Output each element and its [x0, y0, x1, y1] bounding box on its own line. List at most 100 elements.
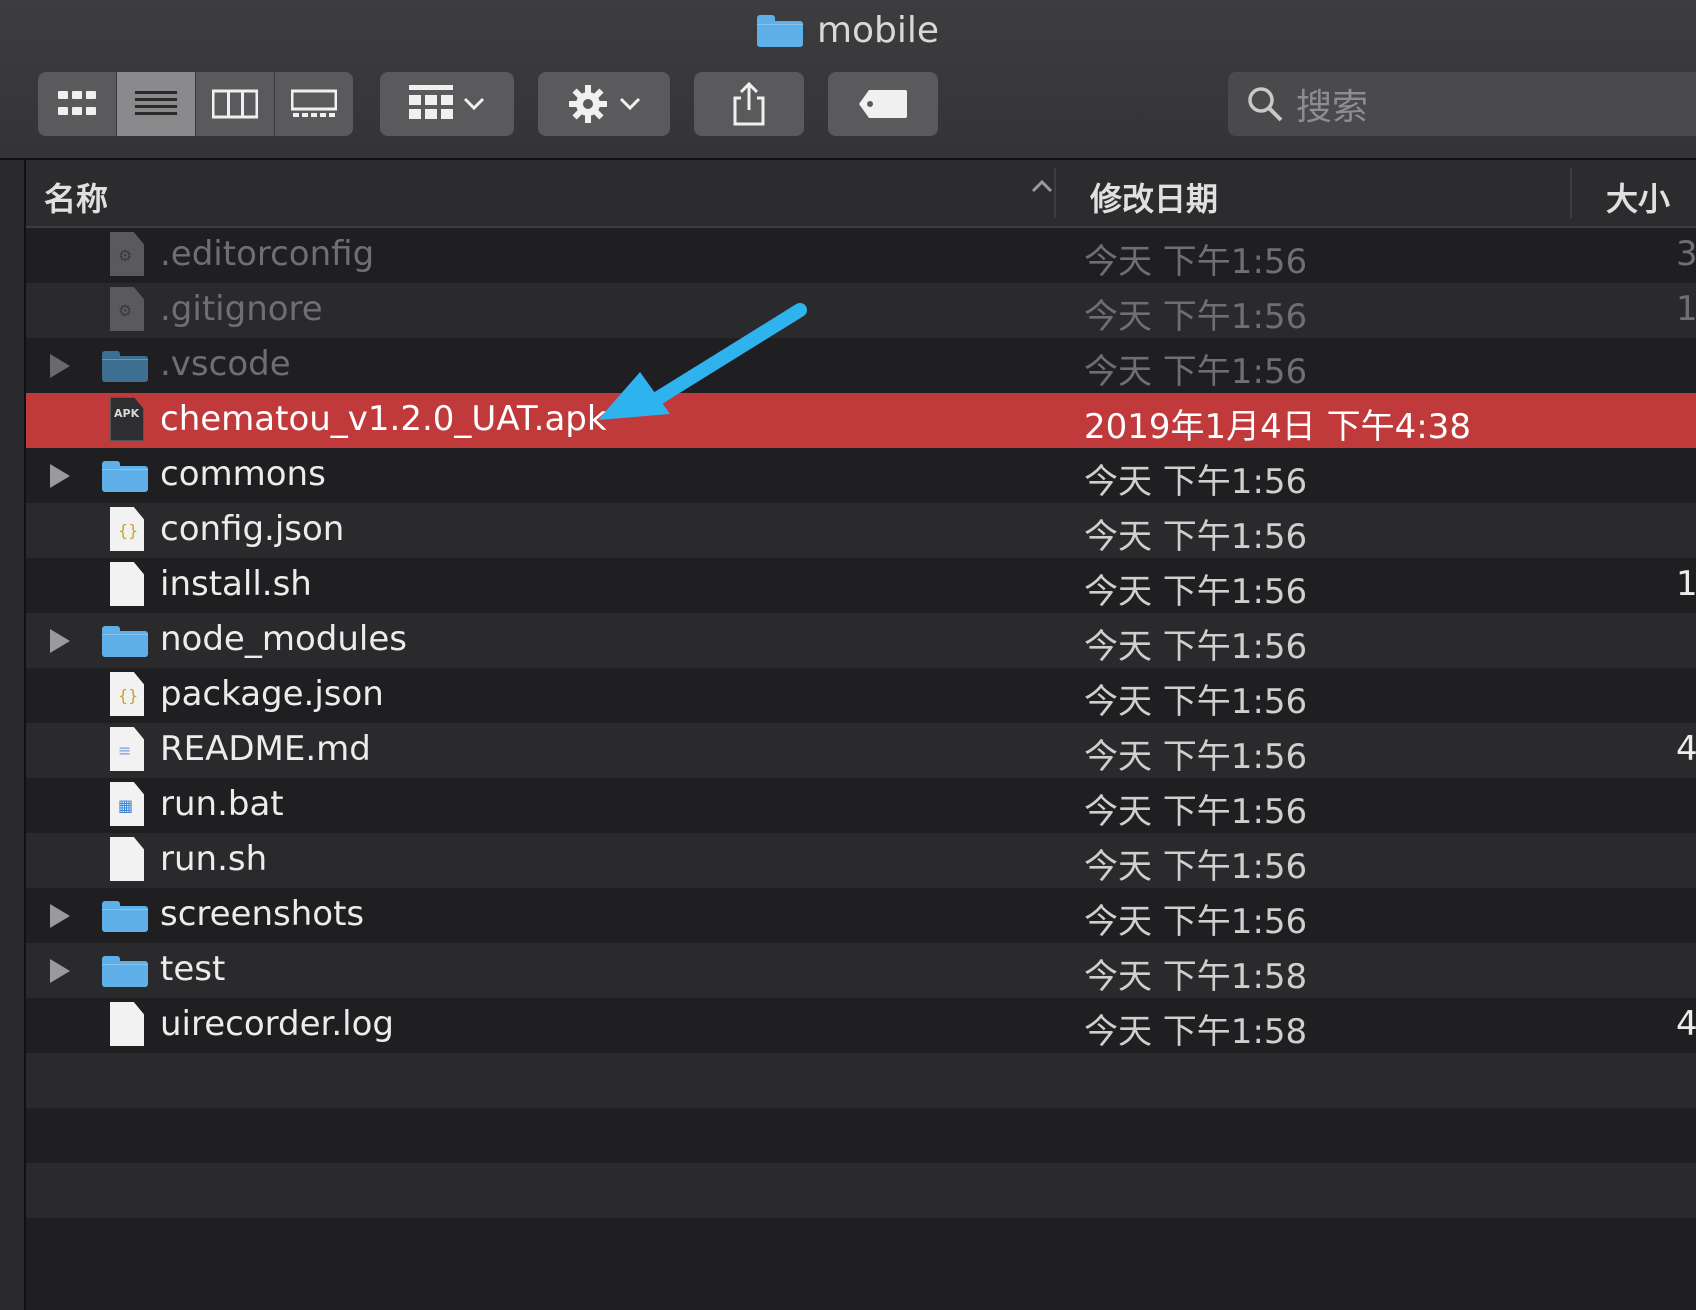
file-date: 今天 下午1:56 [1084, 462, 1308, 502]
chevron-down-icon [463, 97, 485, 111]
apk-badge: APK [114, 407, 140, 420]
file-name: install.sh [160, 564, 312, 604]
search-field[interactable]: 搜索 [1228, 72, 1696, 136]
file-row[interactable]: {} config.json 今天 下午1:56 [26, 503, 1696, 558]
file-name: package.json [160, 674, 384, 714]
file-row[interactable]: run.sh 今天 下午1:56 [26, 833, 1696, 888]
file-date: 今天 下午1:56 [1084, 737, 1308, 777]
share-button[interactable] [694, 72, 804, 136]
text-lines-mark: ≡ [118, 741, 132, 760]
file-name: commons [160, 454, 326, 494]
file-size: 4 [1676, 729, 1696, 769]
icon-view-button[interactable] [38, 72, 117, 136]
folder-icon [102, 460, 148, 492]
file-name: README.md [160, 729, 371, 769]
column-header-size[interactable]: 大小 [1606, 174, 1670, 220]
empty-row [26, 1218, 1696, 1273]
file-name: node_modules [160, 619, 407, 659]
share-icon [733, 82, 765, 126]
file-row[interactable]: test 今天 下午1:58 [26, 943, 1696, 998]
file-name: run.sh [160, 839, 268, 879]
window-title-group: mobile [0, 10, 1696, 51]
file-name: config.json [160, 509, 345, 549]
title-bar: mobile 搜索 [0, 0, 1696, 160]
file-row[interactable]: uirecorder.log 今天 下午1:58 4 [26, 998, 1696, 1053]
file-date: 今天 下午1:56 [1084, 847, 1308, 887]
folder-icon [102, 900, 148, 932]
gallery-icon [291, 89, 337, 117]
file-size: 3 [1676, 234, 1696, 274]
empty-row [26, 1053, 1696, 1108]
file-row[interactable]: screenshots 今天 下午1:56 [26, 888, 1696, 943]
toolbar: 搜索 [0, 72, 1696, 136]
column-header: 名称 修改日期 大小 [26, 160, 1696, 228]
file-date: 今天 下午1:56 [1084, 792, 1308, 832]
columns-icon [212, 89, 258, 119]
disclosure-triangle-icon[interactable] [50, 464, 70, 488]
file-date: 今天 下午1:56 [1084, 902, 1308, 942]
column-divider[interactable] [1570, 168, 1572, 218]
folder-icon [102, 955, 148, 987]
file-date: 今天 下午1:58 [1084, 957, 1308, 997]
file-row[interactable]: commons 今天 下午1:56 [26, 448, 1696, 503]
file-date: 今天 下午1:56 [1084, 682, 1308, 722]
disclosure-triangle-icon[interactable] [50, 629, 70, 653]
gear-icon [569, 85, 607, 123]
json-braces-mark: {} [118, 686, 139, 705]
document-icon [110, 562, 144, 606]
folder-icon [102, 625, 148, 657]
file-date: 今天 下午1:56 [1084, 352, 1308, 392]
file-name: chematou_v1.2.0_UAT.apk [160, 399, 607, 439]
file-date: 今天 下午1:56 [1084, 297, 1308, 337]
file-row[interactable]: install.sh 今天 下午1:56 1 [26, 558, 1696, 613]
column-divider[interactable] [1054, 168, 1056, 218]
folder-icon [102, 350, 148, 382]
sidebar-edge [0, 160, 26, 1310]
file-date: 今天 下午1:58 [1084, 1012, 1308, 1052]
file-name: run.bat [160, 784, 284, 824]
file-name: .vscode [160, 344, 291, 384]
disclosure-triangle-icon[interactable] [50, 904, 70, 928]
file-row[interactable]: ⚙ .editorconfig 今天 下午1:56 3 [26, 228, 1696, 283]
column-header-date[interactable]: 修改日期 [1090, 174, 1218, 220]
file-row[interactable]: ⚙ .gitignore 今天 下午1:56 1 [26, 283, 1696, 338]
column-header-name[interactable]: 名称 [44, 174, 108, 220]
view-mode-segmented-control [38, 72, 353, 136]
tags-button[interactable] [828, 72, 938, 136]
gallery-view-button[interactable] [275, 72, 353, 136]
file-row[interactable]: ≡ README.md 今天 下午1:56 4 [26, 723, 1696, 778]
file-name: test [160, 949, 226, 989]
file-name: uirecorder.log [160, 1004, 395, 1044]
file-list: ⚙ .editorconfig 今天 下午1:56 3 ⚙ .gitignore 今天 下午… [26, 228, 1696, 1273]
windows-mark: ▦ [118, 796, 134, 815]
file-row[interactable]: ▦ run.bat 今天 下午1:56 [26, 778, 1696, 833]
search-placeholder: 搜索 [1296, 87, 1369, 128]
file-name: screenshots [160, 894, 365, 934]
column-view-button[interactable] [196, 72, 275, 136]
disclosure-triangle-icon[interactable] [50, 354, 70, 378]
file-size: 4 [1676, 1004, 1696, 1044]
chevron-down-icon [619, 97, 641, 111]
group-grid-icon [409, 85, 453, 119]
file-date: 2019年1月4日 下午4:38 [1084, 407, 1471, 447]
window-title: mobile [816, 10, 940, 51]
disclosure-triangle-icon[interactable] [50, 959, 70, 983]
file-row[interactable]: node_modules 今天 下午1:56 [26, 613, 1696, 668]
file-size: 1 [1676, 564, 1696, 604]
file-row[interactable]: APK chematou_v1.2.0_UAT.apk 2019年1月4日 下午4:… [26, 393, 1696, 448]
action-menu-button[interactable] [538, 72, 670, 136]
document-icon [110, 837, 144, 881]
file-row[interactable]: .vscode 今天 下午1:56 [26, 338, 1696, 393]
empty-row [26, 1163, 1696, 1218]
search-icon [1248, 87, 1283, 122]
grid-icon [58, 91, 96, 115]
list-view-button[interactable] [117, 72, 196, 136]
list-icon [135, 91, 177, 115]
group-by-button[interactable] [380, 72, 514, 136]
gear-mark: ⚙ [118, 301, 133, 320]
file-date: 今天 下午1:56 [1084, 627, 1308, 667]
file-row[interactable]: {} package.json 今天 下午1:56 [26, 668, 1696, 723]
sort-ascending-icon [1031, 179, 1053, 193]
folder-icon [756, 15, 803, 47]
file-date: 今天 下午1:56 [1084, 517, 1308, 557]
